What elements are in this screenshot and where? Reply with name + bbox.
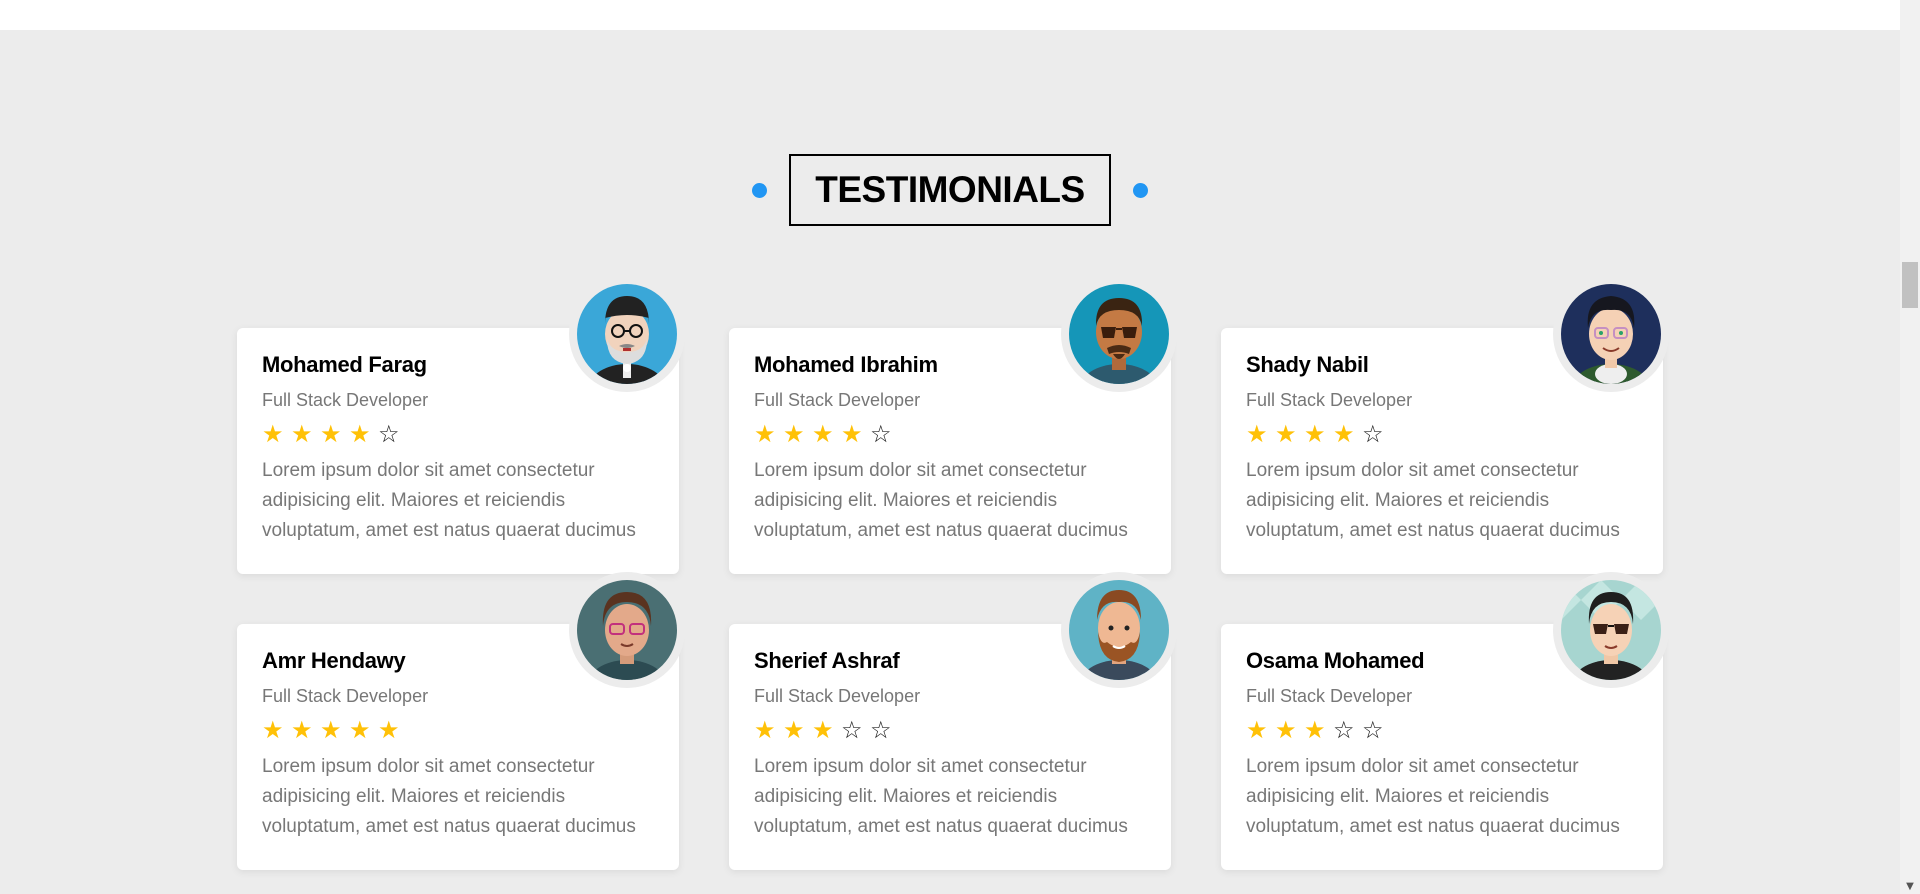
empty-star-icon: ☆	[1333, 716, 1355, 744]
filled-star-icon: ★	[1304, 420, 1326, 448]
filled-star-icon: ★	[262, 420, 284, 448]
avatar-icon	[1069, 580, 1169, 680]
testimonial-text: Lorem ipsum dolor sit amet consectetur a…	[262, 756, 636, 837]
testimonial-card: Amr Hendawy Full Stack Developer ★ ★ ★ ★ ★ L…	[237, 572, 685, 870]
filled-star-icon: ★	[1246, 716, 1268, 744]
avatar-ring	[1061, 276, 1177, 392]
avatar-icon	[577, 284, 677, 384]
filled-star-icon: ★	[349, 420, 371, 448]
rating-stars: ★ ★ ★ ☆ ☆	[1246, 716, 1638, 744]
filled-star-icon: ★	[1275, 420, 1297, 448]
filled-star-icon: ★	[754, 420, 776, 448]
filled-star-icon: ★	[320, 420, 342, 448]
empty-star-icon: ☆	[378, 420, 400, 448]
testimonial-text: Lorem ipsum dolor sit amet consectetur a…	[1246, 460, 1620, 541]
testimonial-text: Lorem ipsum dolor sit amet consectetur a…	[754, 460, 1128, 541]
filled-star-icon: ★	[1275, 716, 1297, 744]
page-scrollbar[interactable]	[1900, 0, 1920, 894]
rating-stars: ★ ★ ★ ★ ☆	[262, 420, 654, 448]
top-header-strip	[0, 0, 1900, 30]
avatar-icon	[577, 580, 677, 680]
testimonial-role: Full Stack Developer	[1246, 390, 1413, 410]
filled-star-icon: ★	[262, 716, 284, 744]
filled-star-icon: ★	[783, 420, 805, 448]
section-heading: TESTIMONIALS	[0, 154, 1900, 226]
empty-star-icon: ☆	[870, 716, 892, 744]
testimonial-card: Mohamed Ibrahim Full Stack Developer ★ ★ ★…	[729, 276, 1177, 574]
filled-star-icon: ★	[812, 420, 834, 448]
empty-star-icon: ☆	[1362, 716, 1384, 744]
testimonial-text: Lorem ipsum dolor sit amet consectetur a…	[1246, 756, 1620, 837]
filled-star-icon: ★	[812, 716, 834, 744]
testimonial-card: Mohamed Farag Full Stack Developer ★ ★ ★ ★ ☆…	[237, 276, 685, 574]
testimonial-role: Full Stack Developer	[262, 686, 429, 706]
rating-stars: ★ ★ ★ ★ ☆	[754, 420, 1146, 448]
filled-star-icon: ★	[291, 716, 313, 744]
rating-stars: ★ ★ ★ ★ ☆	[1246, 420, 1638, 448]
testimonials-grid: Mohamed Farag Full Stack Developer ★ ★ ★ ★ ☆…	[237, 276, 1669, 870]
avatar-icon	[1561, 284, 1661, 384]
avatar-icon	[1069, 284, 1169, 384]
testimonial-card: Sherief Ashraf Full Stack Developer ★ ★ ★ ☆…	[729, 572, 1177, 870]
avatar-ring	[1553, 276, 1669, 392]
testimonial-card: Osama Mohamed Full Stack Developer ★ ★ ★ ☆ ☆…	[1221, 572, 1669, 870]
heading-dot-right	[1132, 182, 1148, 198]
heading-dot-left	[752, 182, 768, 198]
testimonial-role: Full Stack Developer	[1246, 686, 1413, 706]
testimonial-role: Full Stack Developer	[262, 390, 429, 410]
testimonial-role: Full Stack Developer	[754, 390, 921, 410]
filled-star-icon: ★	[1246, 420, 1268, 448]
rating-stars: ★ ★ ★ ★ ★	[262, 716, 654, 744]
filled-star-icon: ★	[378, 716, 400, 744]
testimonial-card: Shady Nabil Full Stack Developer ★ ★ ★ ★ ☆ L…	[1221, 276, 1669, 574]
testimonial-text: Lorem ipsum dolor sit amet consectetur a…	[754, 756, 1128, 837]
filled-star-icon: ★	[841, 420, 863, 448]
testimonial-text: Lorem ipsum dolor sit amet consectetur a…	[262, 460, 636, 541]
avatar-ring	[569, 572, 685, 688]
scrollbar-thumb[interactable]	[1902, 262, 1918, 308]
empty-star-icon: ☆	[1362, 420, 1384, 448]
filled-star-icon: ★	[349, 716, 371, 744]
section-title: TESTIMONIALS	[789, 154, 1111, 226]
filled-star-icon: ★	[320, 716, 342, 744]
scroll-down-arrow-icon[interactable]: ▼	[1900, 878, 1920, 894]
filled-star-icon: ★	[1333, 420, 1355, 448]
avatar-ring	[569, 276, 685, 392]
testimonial-role: Full Stack Developer	[754, 686, 921, 706]
filled-star-icon: ★	[291, 420, 313, 448]
filled-star-icon: ★	[1304, 716, 1326, 744]
empty-star-icon: ☆	[870, 420, 892, 448]
avatar-icon	[1561, 580, 1661, 680]
empty-star-icon: ☆	[841, 716, 863, 744]
avatar-ring	[1553, 572, 1669, 688]
avatar-ring	[1061, 572, 1177, 688]
filled-star-icon: ★	[783, 716, 805, 744]
rating-stars: ★ ★ ★ ☆ ☆	[754, 716, 1146, 744]
filled-star-icon: ★	[754, 716, 776, 744]
